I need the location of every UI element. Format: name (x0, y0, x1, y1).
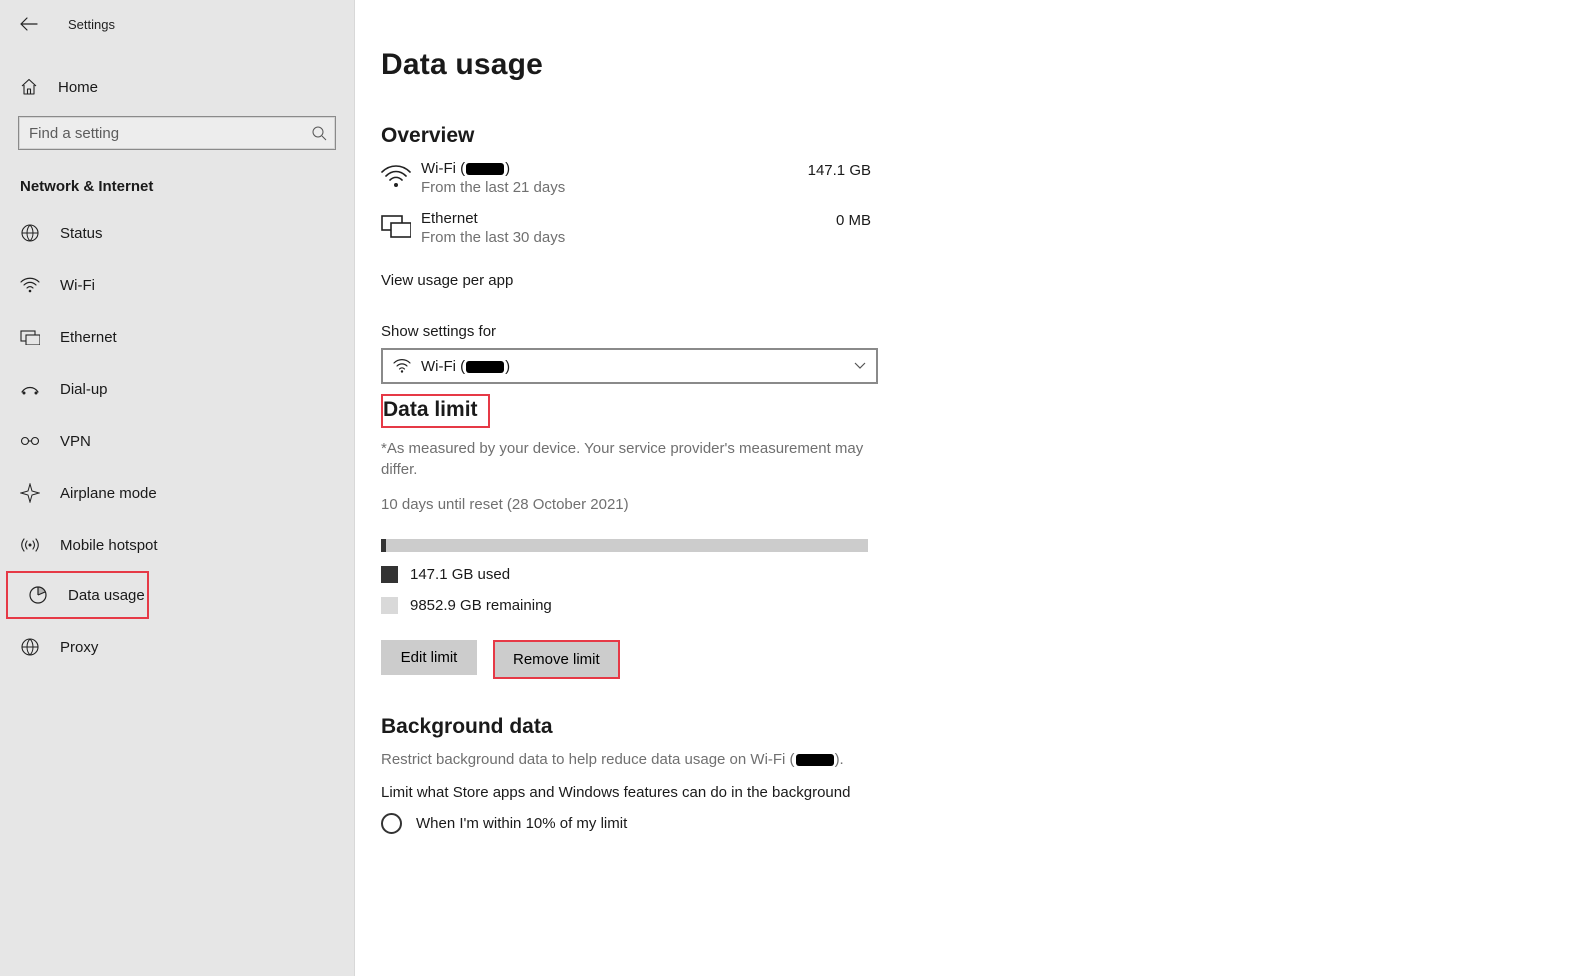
sidebar-item-wifi[interactable]: Wi-Fi (0, 261, 354, 309)
data-limit-progress (381, 539, 868, 552)
status-icon (20, 223, 40, 243)
sidebar-item-datausage[interactable]: Data usage (6, 571, 149, 619)
wifi-icon (20, 275, 40, 295)
wifi-icon (381, 160, 421, 190)
radio-option-10pct[interactable]: When I'm within 10% of my limit (381, 813, 1578, 834)
edit-limit-button[interactable]: Edit limit (381, 640, 477, 675)
home-nav[interactable]: Home (0, 64, 354, 110)
data-limit-reset: 10 days until reset (28 October 2021) (381, 496, 1578, 513)
sidebar-item-label: Status (60, 225, 103, 242)
overview-heading: Overview (381, 124, 1578, 148)
show-settings-label: Show settings for (381, 323, 1578, 340)
overview-wifi-name: Wi-Fi () (421, 160, 808, 177)
remaining-swatch (381, 597, 398, 614)
sidebar-item-proxy[interactable]: Proxy (0, 623, 354, 671)
sidebar-item-label: Proxy (60, 639, 98, 656)
proxy-icon (20, 637, 40, 657)
main-content: Data usage Overview Wi-Fi () From the la… (355, 0, 1578, 976)
sidebar-item-vpn[interactable]: VPN (0, 417, 354, 465)
sidebar-item-label: Ethernet (60, 329, 117, 346)
background-data-note: Restrict background data to help reduce … (381, 749, 881, 770)
ethernet-icon (381, 210, 421, 238)
titlebar: Settings (0, 8, 354, 40)
used-swatch (381, 566, 398, 583)
dropdown-value: Wi-Fi () (421, 358, 844, 375)
overview-wifi-value: 147.1 GB (808, 160, 871, 179)
sidebar-section-label: Network & Internet (0, 150, 354, 205)
network-dropdown[interactable]: Wi-Fi () (381, 348, 878, 384)
sidebar-item-dialup[interactable]: Dial-up (0, 365, 354, 413)
remove-limit-highlight: Remove limit (493, 640, 620, 679)
radio-icon (381, 813, 402, 834)
used-legend: 147.1 GB used (381, 566, 1578, 583)
sidebar-item-label: Mobile hotspot (60, 537, 158, 554)
hotspot-icon (20, 535, 40, 555)
sidebar-item-airplane[interactable]: Airplane mode (0, 469, 354, 517)
remove-limit-button[interactable]: Remove limit (495, 642, 618, 677)
sidebar-item-label: Dial-up (60, 381, 108, 398)
page-title: Data usage (381, 48, 1578, 82)
chevron-down-icon (854, 362, 866, 370)
sidebar-item-label: Airplane mode (60, 485, 157, 502)
data-usage-icon (28, 585, 48, 605)
search-icon (311, 125, 327, 141)
sidebar-item-label: Wi-Fi (60, 277, 95, 294)
redacted-ssid (796, 754, 834, 766)
overview-ethernet-period: From the last 30 days (421, 229, 836, 246)
sidebar-item-ethernet[interactable]: Ethernet (0, 313, 354, 361)
overview-ethernet-value: 0 MB (836, 210, 871, 229)
background-data-heading: Background data (381, 715, 1578, 739)
airplane-icon (20, 483, 40, 503)
background-limit-line: Limit what Store apps and Windows featur… (381, 784, 1578, 801)
window-title: Settings (68, 17, 115, 32)
data-limit-note: *As measured by your device. Your servic… (381, 438, 881, 480)
data-limit-highlight: Data limit (381, 394, 490, 428)
overview-ethernet-name: Ethernet (421, 210, 836, 227)
view-usage-link[interactable]: View usage per app (381, 272, 513, 289)
ethernet-icon (20, 327, 40, 347)
redacted-ssid (466, 361, 504, 373)
sidebar-item-hotspot[interactable]: Mobile hotspot (0, 521, 354, 569)
overview-wifi-period: From the last 21 days (421, 179, 808, 196)
vpn-icon (20, 431, 40, 451)
back-icon[interactable] (20, 17, 40, 31)
home-icon (20, 78, 38, 96)
sidebar-item-label: Data usage (68, 587, 145, 604)
sidebar-item-label: VPN (60, 433, 91, 450)
overview-ethernet-row[interactable]: Ethernet From the last 30 days 0 MB (381, 210, 871, 246)
remaining-legend: 9852.9 GB remaining (381, 597, 1578, 614)
overview-wifi-row[interactable]: Wi-Fi () From the last 21 days 147.1 GB (381, 160, 871, 196)
sidebar-item-status[interactable]: Status (0, 209, 354, 257)
dialup-icon (20, 379, 40, 399)
data-limit-heading: Data limit (383, 398, 478, 421)
search-placeholder: Find a setting (29, 125, 311, 142)
redacted-ssid (466, 163, 504, 175)
progress-fill (381, 539, 386, 552)
search-input[interactable]: Find a setting (18, 116, 336, 150)
sidebar: Settings Home Find a setting Network & I… (0, 0, 355, 976)
home-label: Home (58, 79, 98, 96)
wifi-icon (393, 358, 411, 374)
